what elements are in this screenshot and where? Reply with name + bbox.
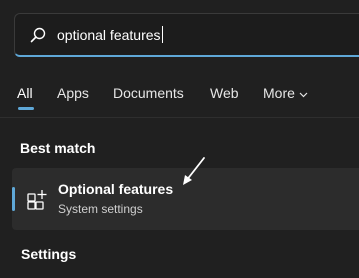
result-title: Optional features [58, 181, 174, 197]
text-caret [161, 26, 163, 43]
divider [0, 117, 359, 118]
tab-all[interactable]: All [17, 85, 33, 101]
tab-documents[interactable]: Documents [113, 85, 184, 101]
optional-features-icon [27, 190, 47, 210]
search-query-text: optional features [57, 27, 161, 43]
active-tab-indicator [18, 107, 34, 110]
tab-more[interactable]: More [263, 85, 308, 101]
result-subtitle: System settings [58, 202, 143, 216]
search-box[interactable]: optional features [14, 13, 359, 57]
selection-indicator [12, 187, 15, 211]
best-match-heading: Best match [20, 140, 96, 156]
search-input[interactable]: optional features [57, 26, 163, 43]
tab-apps[interactable]: Apps [57, 85, 89, 101]
chevron-down-icon [299, 92, 308, 98]
tab-more-label: More [263, 85, 295, 101]
settings-heading: Settings [21, 246, 77, 262]
search-icon [30, 27, 46, 43]
pointer-arrow-icon [183, 157, 205, 185]
tab-web[interactable]: Web [210, 85, 239, 101]
